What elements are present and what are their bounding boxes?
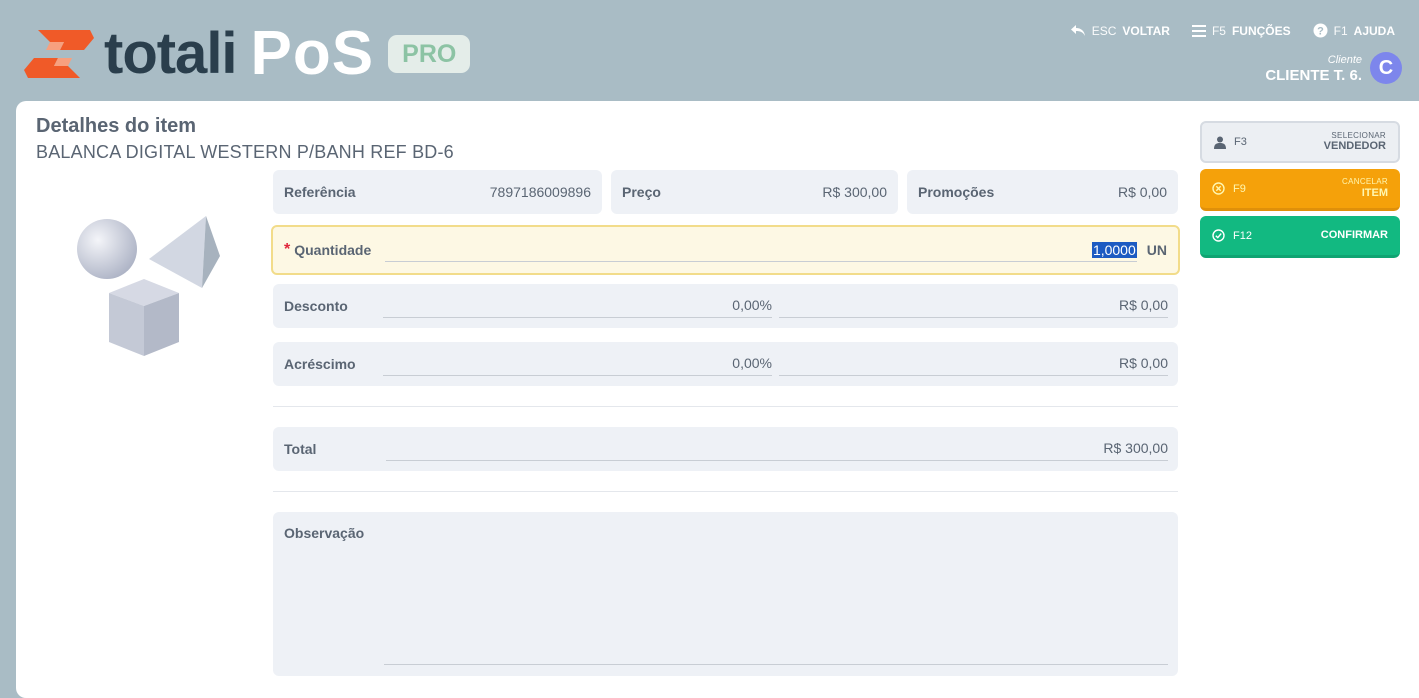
cancel-item-label: ITEM bbox=[1361, 186, 1388, 199]
quantity-field[interactable]: * Quantidade 1,0000 UN bbox=[271, 225, 1180, 275]
reference-value: 7897186009896 bbox=[489, 184, 591, 200]
item-details-panel: Detalhes do item BALANCA DIGITAL WESTERN… bbox=[16, 101, 1419, 698]
confirm-button[interactable]: F12 CONFIRMAR bbox=[1200, 216, 1400, 258]
product-placeholder-image bbox=[77, 216, 220, 356]
surcharge-percent-input[interactable]: 0,00% bbox=[383, 352, 772, 376]
discount-percent-input[interactable]: 0,00% bbox=[383, 294, 772, 318]
reference-label: Referência bbox=[284, 184, 356, 200]
price-value: R$ 300,00 bbox=[822, 184, 887, 200]
help-label: AJUDA bbox=[1353, 23, 1395, 38]
menu-lines-icon bbox=[1191, 24, 1206, 37]
quantity-value: 1,0000 bbox=[1091, 242, 1137, 258]
undo-arrow-icon bbox=[1070, 24, 1085, 36]
price-label: Preço bbox=[622, 184, 661, 200]
help-shortcut: F1 bbox=[1333, 23, 1348, 38]
promotions-value: R$ 0,00 bbox=[1117, 184, 1167, 200]
cancel-item-caption: CANCELAR bbox=[1342, 177, 1388, 187]
svg-text:?: ? bbox=[1317, 26, 1324, 38]
client-name: CLIENTE T. 6. bbox=[1265, 66, 1362, 84]
quantity-label: Quantidade bbox=[294, 242, 372, 258]
client-caption: Cliente bbox=[1327, 53, 1362, 66]
select-seller-label: VENDEDOR bbox=[1323, 140, 1386, 153]
confirm-label: CONFIRMAR bbox=[1320, 228, 1388, 241]
total-value-field: R$ 300,00 bbox=[386, 437, 1168, 461]
page-title: Detalhes do item bbox=[36, 115, 197, 137]
notes-label: Observação bbox=[284, 525, 365, 541]
surcharge-amount-input[interactable]: R$ 0,00 bbox=[779, 352, 1168, 376]
top-navigation: ESC VOLTAR F5 FUNÇÕES ? F1 AJUDA bbox=[1070, 23, 1395, 38]
brand-edition-badge: PRO bbox=[388, 35, 471, 73]
discount-label: Desconto bbox=[284, 298, 348, 314]
app-header: totali PoS PRO ESC VOLTAR F5 FUNÇÕES ? F… bbox=[0, 0, 1419, 100]
surcharge-amount-value: R$ 0,00 bbox=[1118, 355, 1168, 371]
divider bbox=[273, 491, 1178, 492]
client-avatar[interactable]: C bbox=[1370, 52, 1402, 84]
brand-logo: totali PoS PRO bbox=[20, 19, 471, 88]
item-description: BALANCA DIGITAL WESTERN P/BANH REF BD-6 bbox=[36, 142, 454, 162]
cancel-item-shortcut: F9 bbox=[1233, 182, 1246, 195]
promotions-label: Promoções bbox=[918, 184, 995, 200]
select-seller-shortcut: F3 bbox=[1234, 136, 1247, 148]
total-label: Total bbox=[284, 441, 317, 457]
notes-input[interactable] bbox=[384, 520, 1168, 665]
brand-product: PoS bbox=[250, 19, 375, 88]
quantity-input[interactable]: 1,0000 bbox=[385, 238, 1137, 262]
divider bbox=[273, 406, 1178, 407]
functions-button[interactable]: F5 FUNÇÕES bbox=[1191, 23, 1291, 38]
person-icon bbox=[1214, 136, 1226, 149]
discount-amount-value: R$ 0,00 bbox=[1118, 297, 1168, 313]
select-seller-button[interactable]: F3 SELECIONAR VENDEDOR bbox=[1200, 121, 1400, 163]
help-button[interactable]: ? F1 AJUDA bbox=[1313, 23, 1395, 38]
discount-amount-input[interactable]: R$ 0,00 bbox=[779, 294, 1168, 318]
functions-shortcut: F5 bbox=[1211, 23, 1226, 38]
total-value: R$ 300,00 bbox=[1103, 440, 1168, 456]
x-circle-icon bbox=[1212, 182, 1225, 195]
back-label: VOLTAR bbox=[1122, 23, 1170, 38]
reference-field: Referência 7897186009896 bbox=[273, 170, 602, 214]
cancel-item-button[interactable]: F9 CANCELAR ITEM bbox=[1200, 169, 1400, 211]
functions-label: FUNÇÕES bbox=[1231, 23, 1291, 38]
brand-name: totali bbox=[104, 21, 238, 86]
back-shortcut: ESC bbox=[1091, 23, 1117, 38]
totali-logo-mark bbox=[24, 30, 94, 78]
quantity-unit: UN bbox=[1146, 242, 1167, 258]
price-field: Preço R$ 300,00 bbox=[611, 170, 898, 214]
discount-percent-value: 0,00% bbox=[732, 297, 772, 313]
help-circle-icon: ? bbox=[1313, 23, 1328, 38]
surcharge-label: Acréscimo bbox=[284, 356, 356, 372]
required-marker: * bbox=[284, 241, 291, 258]
back-button[interactable]: ESC VOLTAR bbox=[1070, 24, 1170, 38]
surcharge-percent-value: 0,00% bbox=[732, 355, 772, 371]
select-seller-caption: SELECIONAR bbox=[1331, 130, 1386, 140]
confirm-shortcut: F12 bbox=[1233, 229, 1252, 242]
promotions-field: Promoções R$ 0,00 bbox=[907, 170, 1178, 214]
check-circle-icon bbox=[1212, 229, 1225, 242]
client-info[interactable]: Cliente CLIENTE T. 6. C bbox=[1265, 52, 1402, 84]
